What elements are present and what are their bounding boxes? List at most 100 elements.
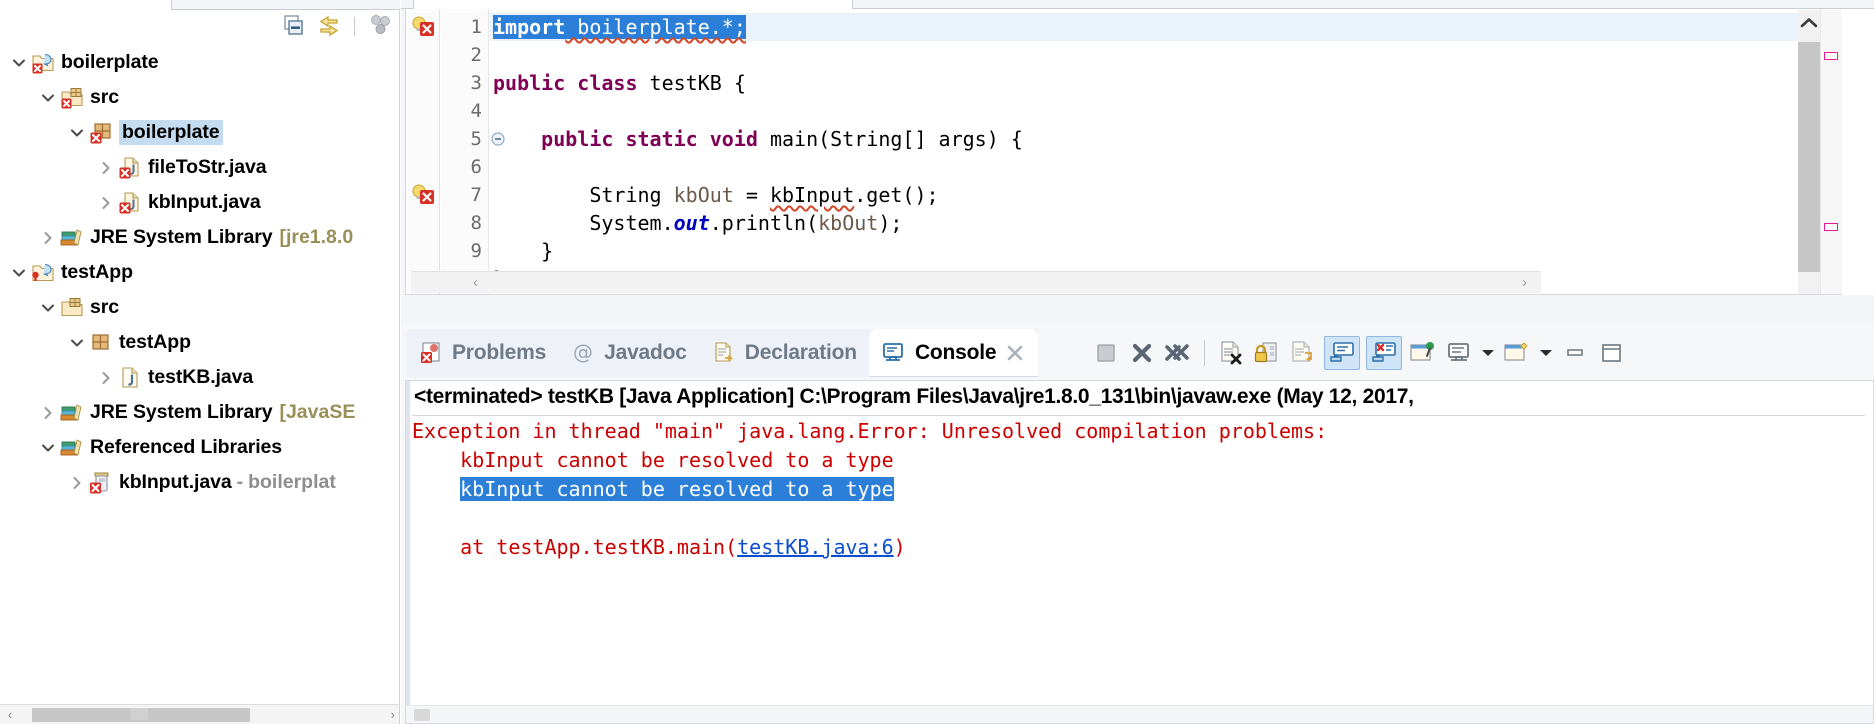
tree-item-filetostr-java[interactable]: fileToStr.java xyxy=(0,150,399,185)
console-output-line[interactable] xyxy=(412,504,1873,533)
console-view-tabs: Problems @ Javadoc Declaration Console xyxy=(406,329,1039,377)
chevron-right-icon[interactable] xyxy=(37,395,59,430)
line-number: 1 xyxy=(470,16,482,38)
remove-launch-icon[interactable] xyxy=(1127,338,1157,368)
code-line[interactable]: import boilerplate.*; xyxy=(490,13,1869,41)
chevron-down-icon[interactable] xyxy=(1538,338,1554,368)
open-console-icon[interactable] xyxy=(1502,338,1532,368)
error-warning-marker-icon[interactable] xyxy=(410,15,436,39)
tree-item-testkb-java[interactable]: testKB.java xyxy=(0,360,399,395)
tree-item-src[interactable]: src xyxy=(0,80,399,115)
scroll-left-arrow[interactable]: ‹ xyxy=(0,707,20,722)
tab-console[interactable]: Console xyxy=(868,329,1039,377)
code-line[interactable]: System.out.println(kbOut); xyxy=(490,209,1869,237)
tree-item-jre-system-library[interactable]: JRE System Library [jre1.8.0 xyxy=(0,220,399,255)
view-menu-icon[interactable] xyxy=(367,13,393,39)
chevron-down-icon[interactable] xyxy=(8,255,30,290)
tree-item-dash: - xyxy=(236,471,244,493)
overview-error-mark[interactable] xyxy=(1824,223,1838,231)
library-icon xyxy=(59,225,85,251)
console-body[interactable]: <terminated> testKB [Java Application] C… xyxy=(405,380,1874,724)
tree-item-boilerplate[interactable]: boilerplate xyxy=(0,45,399,80)
package-explorer-tree[interactable]: boilerplate src boilerplate fileToStr.ja… xyxy=(0,42,399,590)
chevron-right-icon[interactable] xyxy=(66,465,88,500)
chevron-down-icon[interactable] xyxy=(37,430,59,465)
scroll-up-arrow[interactable] xyxy=(1798,10,1820,36)
tree-item-kbinput-java[interactable]: kbInput.java xyxy=(0,185,399,220)
display-selected-console-icon[interactable] xyxy=(1444,338,1474,368)
status-placeholder xyxy=(130,708,148,720)
tree-item-jre-system-library[interactable]: JRE System Library [JavaSE xyxy=(0,395,399,430)
console-output-line[interactable]: kbInput cannot be resolved to a type xyxy=(412,475,1873,504)
show-console-on-error-icon[interactable] xyxy=(1366,336,1402,370)
package-explorer-hscrollbar[interactable]: ‹ › xyxy=(0,704,399,724)
console-output-line[interactable]: Exception in thread "main" java.lang.Err… xyxy=(412,417,1873,446)
code-line[interactable] xyxy=(490,153,1869,181)
tree-item-testapp[interactable]: testApp xyxy=(0,325,399,360)
code-line[interactable] xyxy=(490,41,1869,69)
maximize-icon[interactable] xyxy=(1596,338,1626,368)
stack-trace-link[interactable]: testKB.java:6 xyxy=(737,535,894,559)
code-line[interactable]: String kbOut = kbInput.get(); xyxy=(490,181,1869,209)
chevron-down-icon[interactable] xyxy=(37,80,59,115)
scroll-right-arrow[interactable]: › xyxy=(391,707,395,722)
tree-item-label: testApp xyxy=(119,331,191,353)
scroll-lock-icon[interactable] xyxy=(1252,338,1282,368)
minimize-icon[interactable] xyxy=(1560,338,1590,368)
tab-declaration[interactable]: Declaration xyxy=(699,329,869,377)
tab-label: Problems xyxy=(452,341,547,364)
show-console-on-output-icon[interactable] xyxy=(1324,336,1360,370)
eclipse-ide-window: boilerplate src boilerplate fileToStr.ja… xyxy=(0,0,1874,724)
code-line[interactable]: } xyxy=(490,237,1869,265)
tab-javadoc[interactable]: @ Javadoc xyxy=(558,329,699,377)
console-output-line[interactable]: at testApp.testKB.main(testKB.java:6) xyxy=(412,533,1873,562)
console-bottom-mark xyxy=(414,709,430,721)
chevron-down-icon[interactable] xyxy=(37,290,59,325)
editor-code-area[interactable]: import boilerplate.*; public class testK… xyxy=(490,9,1869,294)
tab-problems[interactable]: Problems xyxy=(406,329,558,377)
chevron-down-icon[interactable] xyxy=(66,325,88,360)
word-wrap-icon[interactable] xyxy=(1288,338,1318,368)
chevron-right-icon[interactable] xyxy=(95,360,117,395)
editor-body[interactable]: 12345 678910 import boilerplate.*; publi… xyxy=(405,9,1870,295)
editor-hscrollbar[interactable]: ‹ › xyxy=(411,271,1541,293)
link-with-editor-icon[interactable] xyxy=(316,13,342,39)
line-number: 9 xyxy=(470,240,482,262)
editor-vscrollbar[interactable] xyxy=(1798,10,1820,294)
collapse-all-icon[interactable] xyxy=(281,13,307,39)
tree-item-label: boilerplate xyxy=(61,51,159,73)
error-warning-marker-icon[interactable] xyxy=(410,183,436,207)
clear-console-icon[interactable] xyxy=(1216,338,1246,368)
package-explorer-tab[interactable] xyxy=(0,0,172,10)
tree-item-label: Referenced Libraries xyxy=(90,436,283,458)
editor-scroll-right-arrow[interactable]: › xyxy=(1522,274,1527,291)
tree-item-src[interactable]: src xyxy=(0,290,399,325)
chevron-down-icon[interactable] xyxy=(1480,338,1496,368)
console-output[interactable]: Exception in thread "main" java.lang.Err… xyxy=(412,417,1873,723)
editor-overview-ruler[interactable] xyxy=(1820,10,1842,294)
overview-error-mark[interactable] xyxy=(1824,52,1838,60)
remove-all-launches-icon[interactable] xyxy=(1163,338,1193,368)
pin-console-icon[interactable] xyxy=(1408,338,1438,368)
chevron-right-icon[interactable] xyxy=(37,220,59,255)
vscroll-thumb[interactable] xyxy=(1798,42,1820,272)
chevron-down-icon[interactable] xyxy=(8,45,30,80)
tree-item-boilerplate[interactable]: boilerplate xyxy=(0,115,399,150)
code-line[interactable] xyxy=(490,97,1869,125)
tree-item-kbinput-java[interactable]: kbInput.java - boilerplat xyxy=(0,465,399,500)
chevron-right-icon[interactable] xyxy=(95,150,117,185)
editor-tab-testkb[interactable] xyxy=(413,0,853,9)
editor-marker-gutter[interactable] xyxy=(406,9,440,294)
chevron-down-icon[interactable] xyxy=(66,115,88,150)
tree-item-testapp[interactable]: testApp xyxy=(0,255,399,290)
code-line[interactable]: public class testKB { xyxy=(490,69,1869,97)
java-project-error-icon xyxy=(30,50,56,76)
editor-scroll-left-arrow[interactable]: ‹ xyxy=(473,274,478,291)
code-line[interactable]: public static void main(String[] args) { xyxy=(490,125,1869,153)
chevron-right-icon[interactable] xyxy=(95,185,117,220)
package-error-icon xyxy=(88,120,114,146)
close-icon[interactable] xyxy=(1004,342,1026,364)
console-output-line[interactable]: kbInput cannot be resolved to a type xyxy=(412,446,1873,475)
tree-item-referenced-libraries[interactable]: Referenced Libraries xyxy=(0,430,399,465)
terminate-icon[interactable] xyxy=(1091,338,1121,368)
